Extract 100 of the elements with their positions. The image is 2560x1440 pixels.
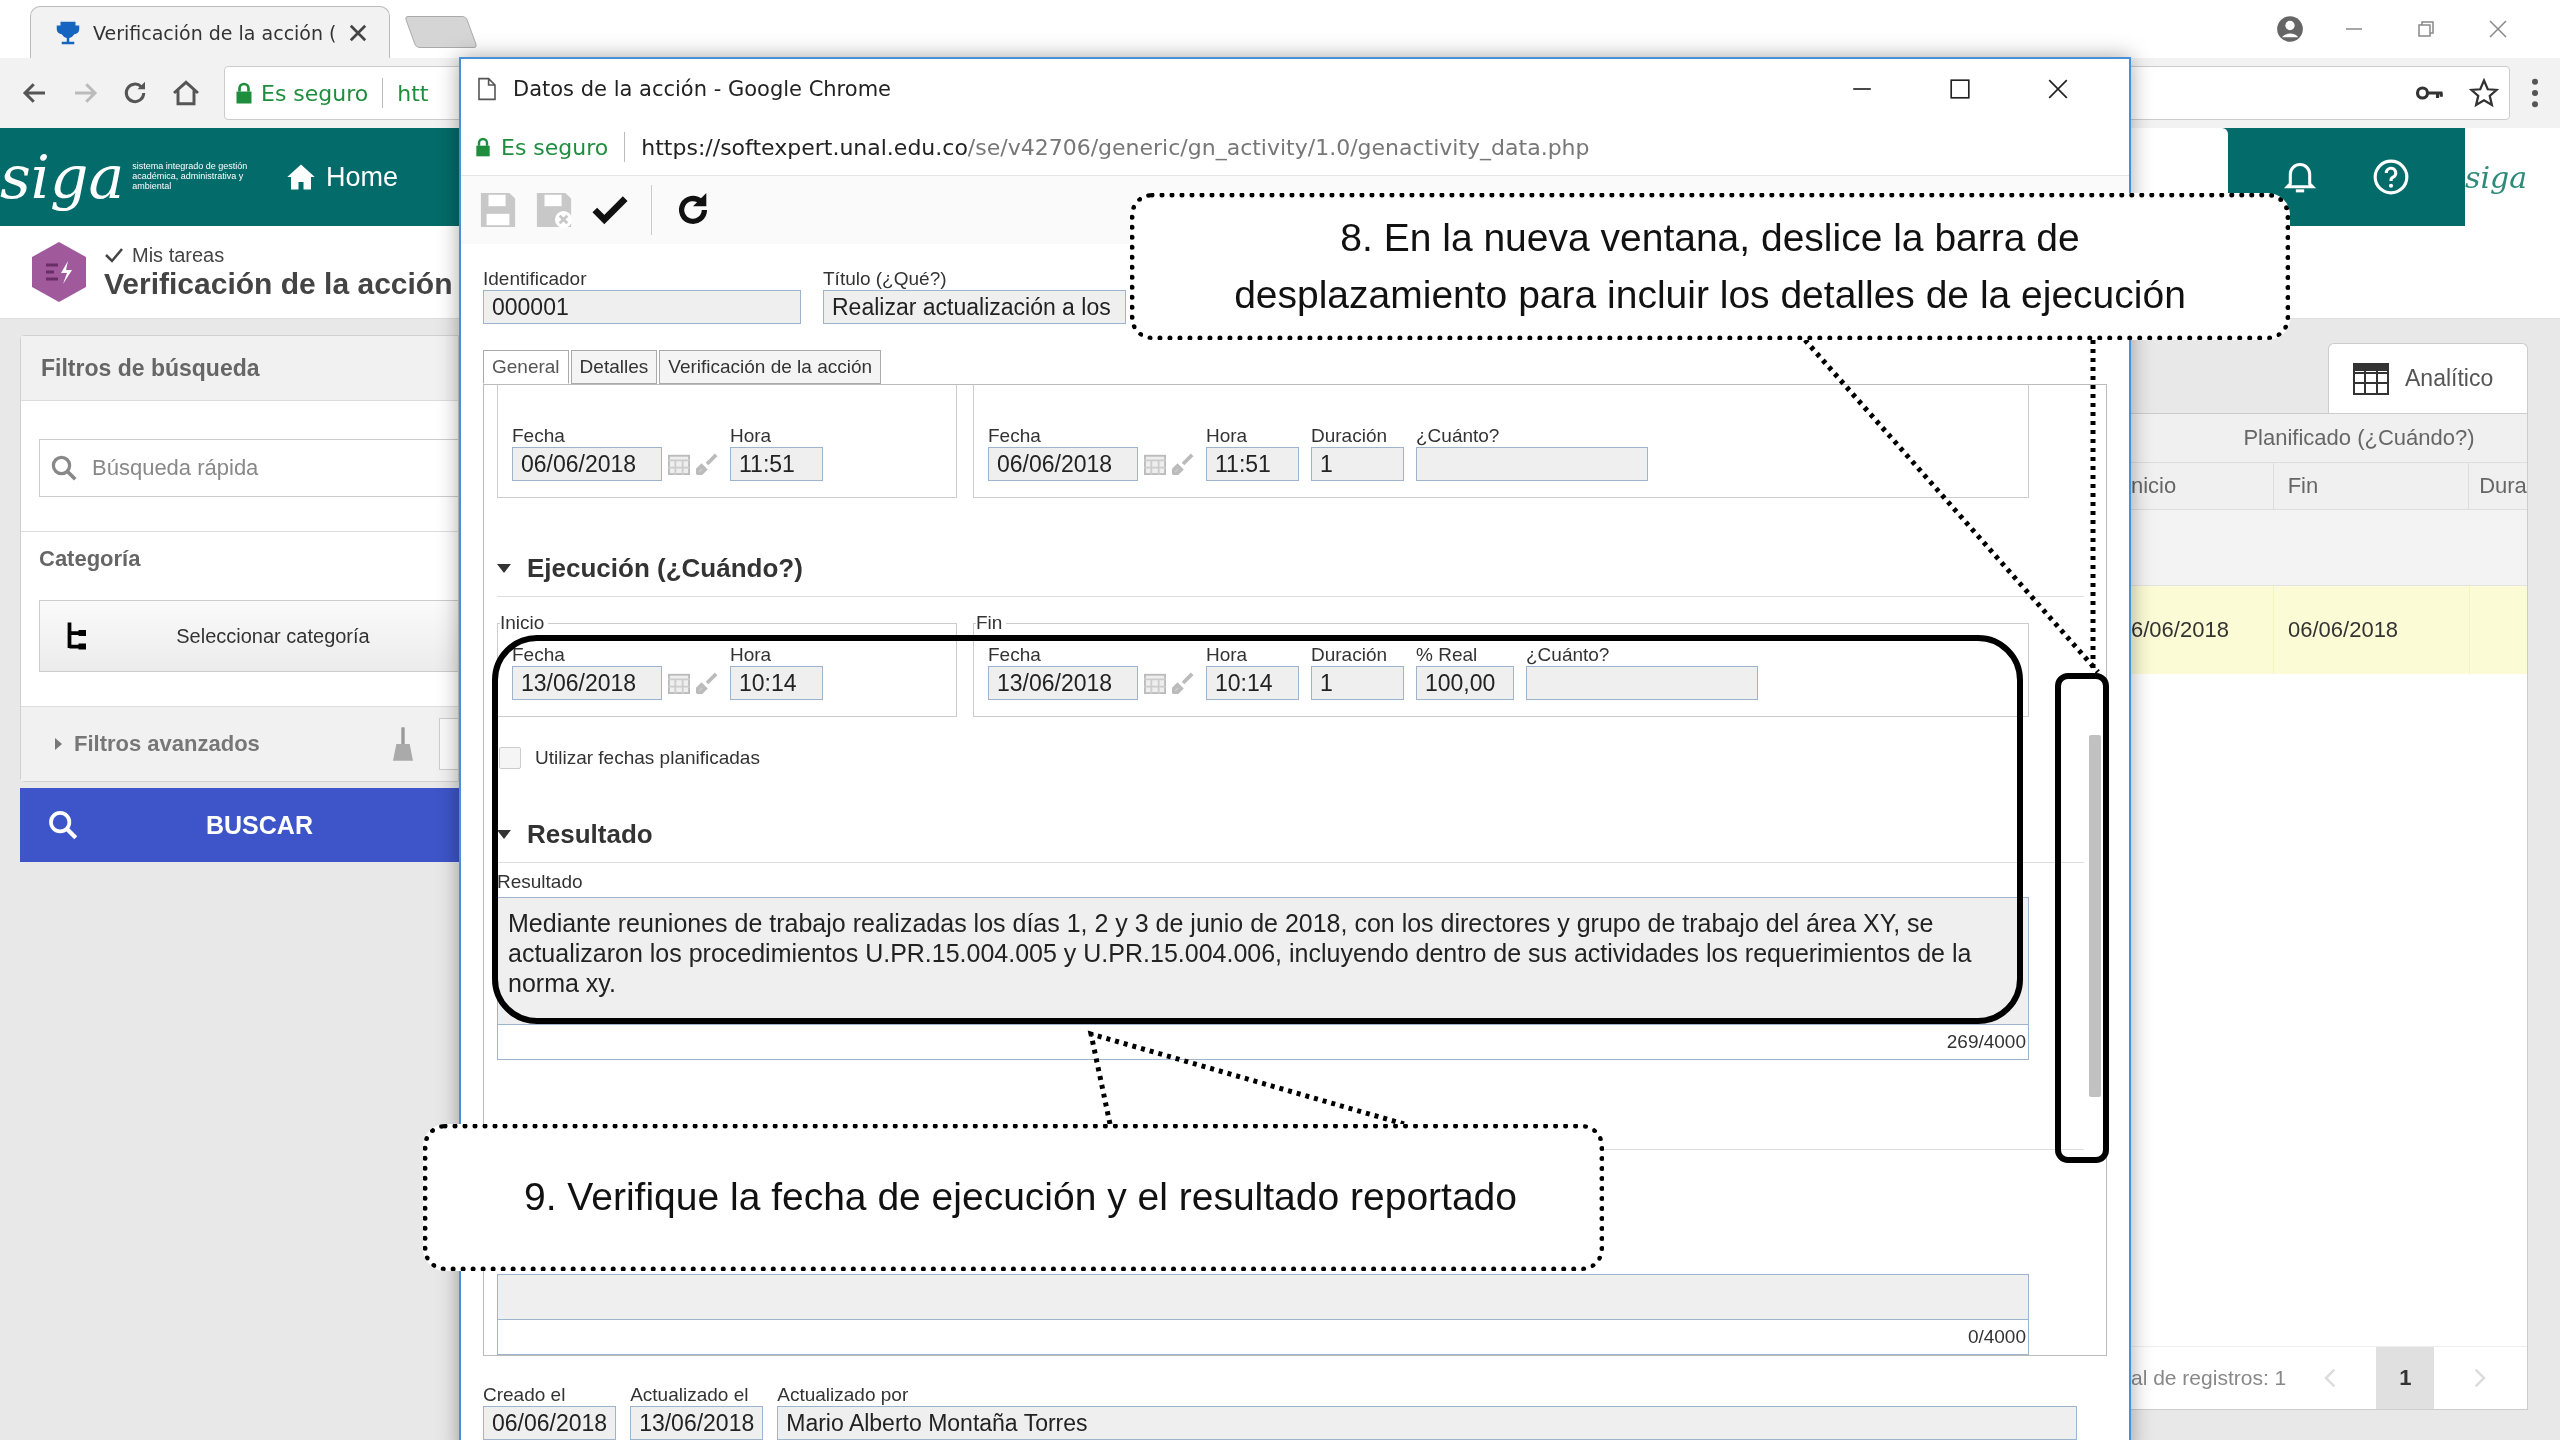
input-field[interactable]: 1 [1311,666,1404,700]
result-text-area[interactable]: Mediante reuniones de trabajo realizadas los días 1, 2 y 3 de junio de 2018, con los directores y grupo de trabajo del área XY, se actualizaron los procedimientos U.PR.15.004.005 y U.PR.15.004.006, incluyendo dentro de sus actividades los requerimientos de la norma xy. [497,897,2029,1025]
text-field[interactable]: Mario Alberto Montaña Torres [777,1406,2078,1440]
calendar-icon[interactable] [668,453,690,475]
input-field[interactable]: 100,00 [1416,666,1514,700]
input-field[interactable]: 10:14 [730,666,823,700]
field-label: Hora [730,425,773,447]
table-cell: 6/06/2018 [2131,617,2229,643]
tab[interactable]: Detalles [570,350,658,384]
advanced-filters-toggle[interactable]: Filtros avanzados [55,731,260,757]
callout: 8. En la nueva ventana, deslice la barra de desplazamiento para incluir los detalles de la ejecución [1130,193,2290,340]
field-label: Actualizado el [630,1384,750,1406]
secure-label: Es seguro [501,134,609,160]
text-area[interactable] [497,1274,2029,1320]
tab-title: Verificación de la acción ( [93,21,338,44]
calendar-icon[interactable] [1144,453,1166,475]
search-icon [49,453,79,483]
tab[interactable]: Verificación de la acción [659,350,882,384]
analytic-view-tab[interactable]: Analítico [2328,343,2528,413]
breadcrumb[interactable]: Mis tareas [104,243,453,267]
tab[interactable]: General [483,350,569,384]
logo-text: siga [0,142,125,212]
input-field[interactable]: 06/06/2018 [512,447,662,481]
eraser-icon[interactable] [1172,453,1194,475]
field-label: Hora [1206,425,1249,447]
character-counter: 0/4000 [497,1320,2029,1355]
input-field[interactable]: 13/06/2018 [512,666,662,700]
broom-icon[interactable] [393,727,413,761]
secure-label: Es seguro [261,80,369,106]
eraser-icon[interactable] [696,453,718,475]
browser-tab[interactable]: Verificación de la acción ( [30,6,390,58]
restore-icon[interactable] [2416,19,2436,39]
search-field[interactable]: Búsqueda rápida [39,439,458,497]
card-title: Filtros de búsqueda [41,354,260,382]
text-field[interactable]: 06/06/2018 [483,1406,617,1440]
text-field[interactable]: 000001 [483,290,801,324]
field-label: Fecha [988,425,1042,447]
field-label: % Real [1416,644,1479,666]
close-icon[interactable] [349,23,367,42]
tree-icon [66,621,88,651]
field-label: Creado el [483,1384,567,1406]
page-title: Verificación de la acción [104,266,453,301]
table-row[interactable]: 6/06/2018 06/06/2018 [2131,586,2527,674]
field-label: ¿Cuánto? [1526,644,1611,666]
column-header[interactable]: Dura [2469,463,2527,509]
section-header[interactable]: Resultado [497,819,2084,863]
field-label: Título (¿Qué?) [823,268,948,290]
field-label: Hora [1206,644,1249,666]
field-label: Duración [1311,644,1389,666]
field-label: Fecha [512,644,566,666]
lock-icon [235,82,253,104]
input-field[interactable] [1416,447,1648,481]
logo-tagline: sistema integrado de gestión académica, administrativa y ambiental [132,162,249,192]
document-icon [477,77,497,101]
search-icon [46,808,80,842]
calendar-icon[interactable] [1144,672,1166,694]
url-text: htt [397,80,429,106]
grid-icon [2353,362,2389,395]
record-count: al de registros: 1 [2131,1366,2287,1390]
home-link[interactable]: Home [286,161,399,193]
select-category-button[interactable]: Seleccionar categoría [39,600,458,672]
menu-icon[interactable] [2530,78,2540,108]
character-counter: 269/4000 [497,1025,2029,1060]
field-label: Actualizado por [777,1384,910,1406]
maximize-icon[interactable] [1949,78,1971,100]
lock-icon [475,137,491,157]
add-button[interactable] [439,718,458,770]
help-icon[interactable] [2372,158,2410,196]
calendar-icon[interactable] [668,672,690,694]
field-label: Duración [1311,425,1389,447]
input-field[interactable]: 06/06/2018 [988,447,1138,481]
url-text: https://softexpert.unal.edu.co/se/v42706/generic/gn_activity/1.0/genactivity_data.php [641,134,1590,160]
page-button[interactable]: 1 [2376,1347,2435,1409]
input-field[interactable]: 11:51 [1206,447,1299,481]
input-field[interactable]: 13/06/2018 [988,666,1138,700]
key-icon[interactable] [2415,83,2445,103]
section-header[interactable]: Ejecución (¿Cuándo?) [497,553,2084,597]
field-label: Identificador [483,268,588,290]
input-field[interactable]: 11:51 [730,447,823,481]
checkmark-icon [104,246,124,264]
field-label: Fecha [512,425,566,447]
eraser-icon[interactable] [1172,672,1194,694]
next-page-icon[interactable] [2472,1368,2487,1388]
eraser-icon[interactable] [696,672,718,694]
checkbox[interactable] [499,747,521,769]
account-icon[interactable] [2276,15,2304,43]
task-hexagon-icon [30,241,88,303]
window-title: Datos de la acción - Google Chrome [513,77,892,101]
input-field[interactable]: 1 [1311,447,1404,481]
input-field[interactable]: 10:14 [1206,666,1299,700]
star-icon[interactable] [2469,78,2499,108]
text-field[interactable]: 13/06/2018 [630,1406,764,1440]
search-button[interactable]: BUSCAR [20,788,459,862]
field-label: Resultado [497,871,584,893]
text-field[interactable]: Realizar actualización a los [823,290,1126,324]
close-icon[interactable] [2047,78,2069,100]
field-label: Hora [730,644,773,666]
column-header[interactable]: Fin [2273,463,2470,509]
input-field[interactable] [1526,666,1758,700]
column-group-header: Planificado (¿Cuándo?) [2131,414,2527,463]
